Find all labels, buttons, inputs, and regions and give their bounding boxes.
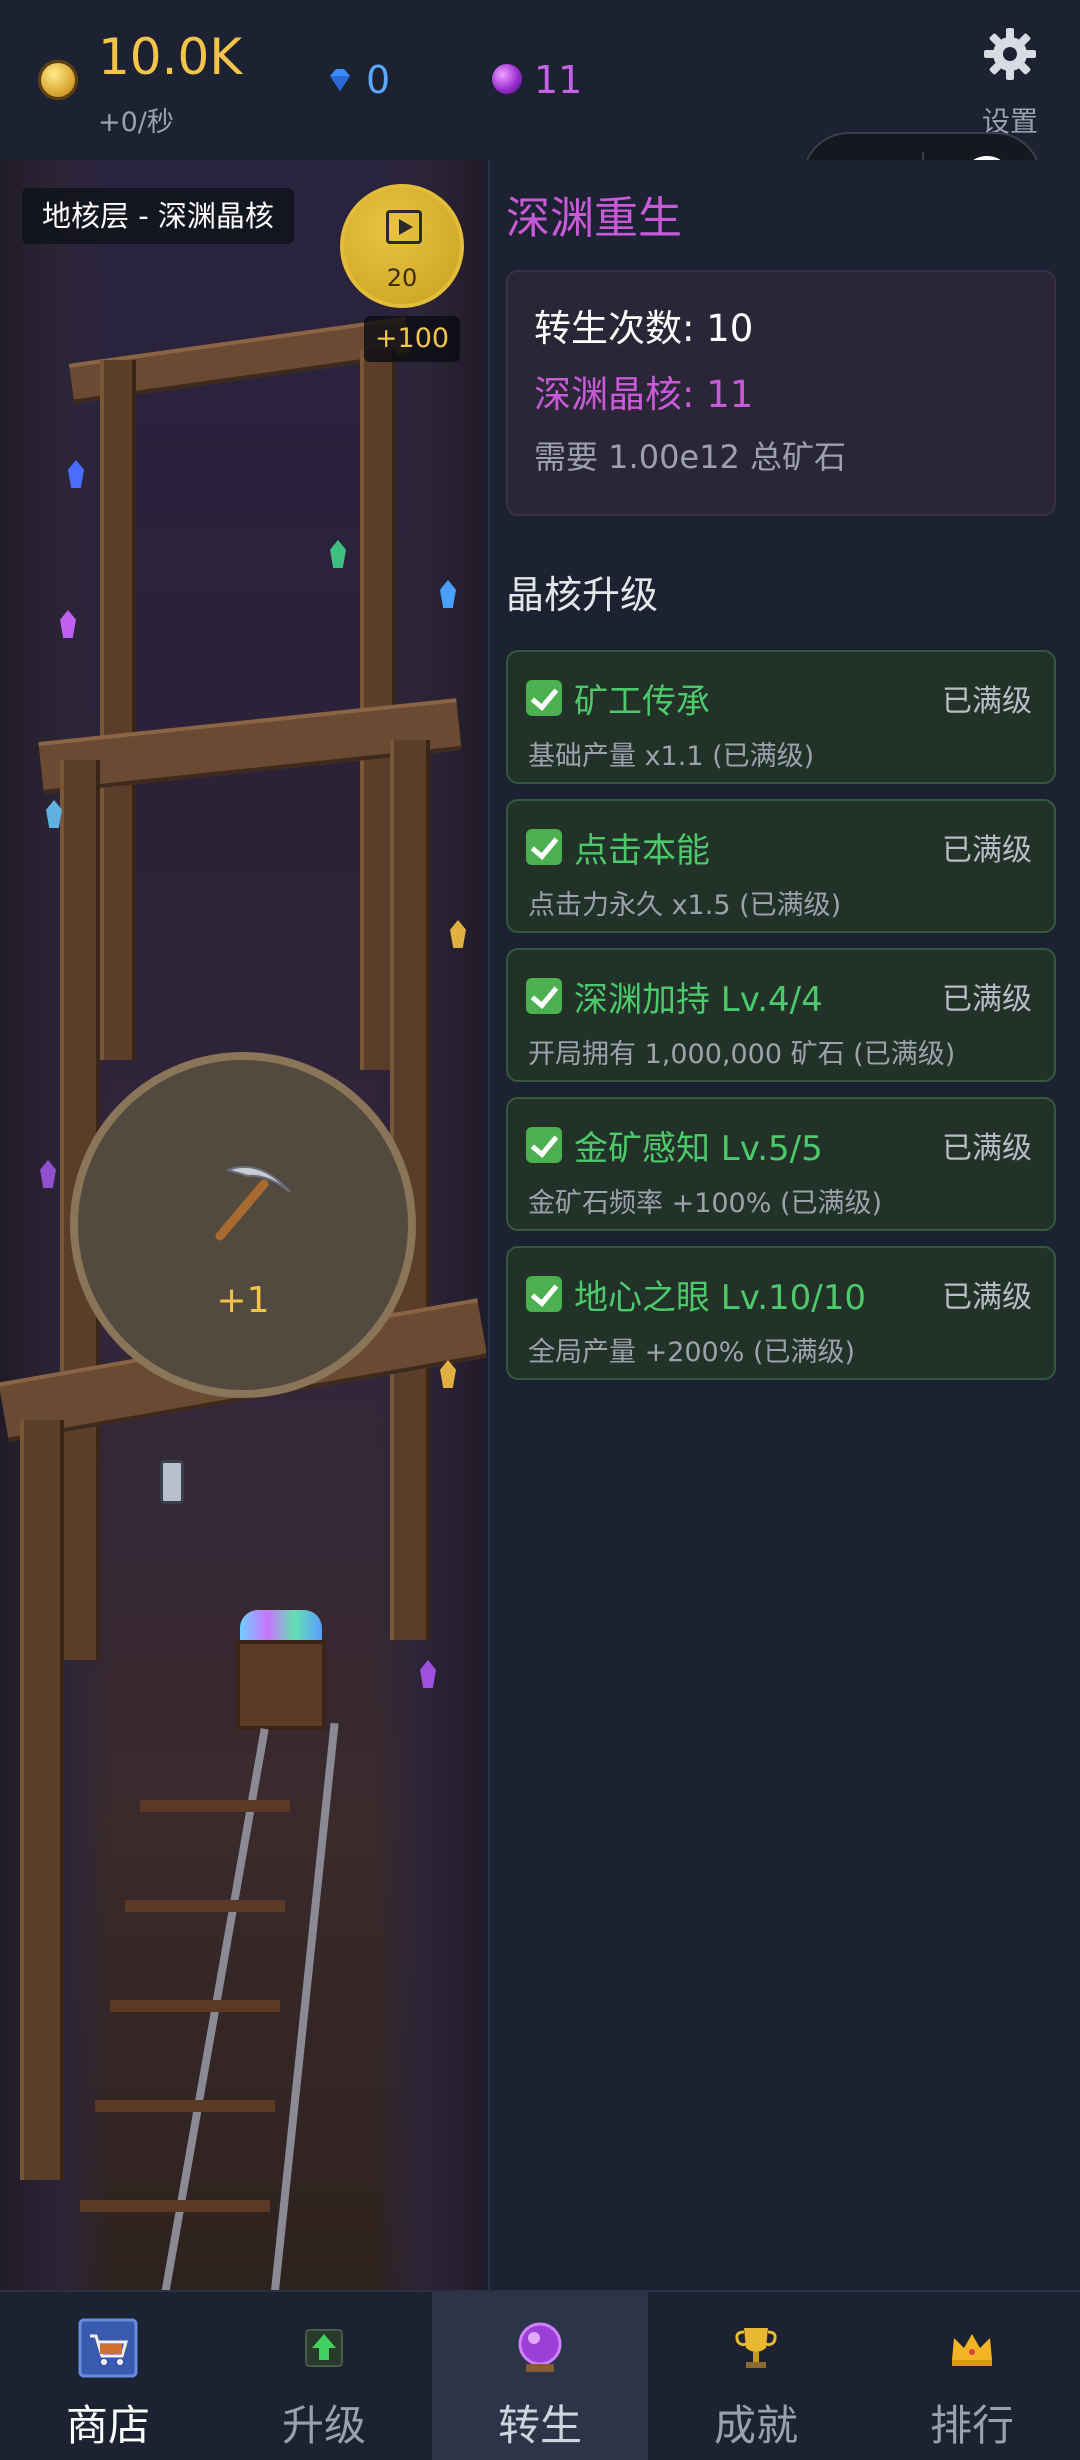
check-icon bbox=[526, 978, 562, 1014]
upgrade-arrow-icon bbox=[305, 2329, 343, 2367]
upgrade-name: 深渊加持 Lv.4/4 bbox=[574, 980, 823, 1020]
trophy-icon bbox=[735, 2328, 777, 2368]
check-icon bbox=[526, 1276, 562, 1312]
upgrade-description: 开局拥有 1,000,000 矿石 (已满级) bbox=[528, 1039, 956, 1070]
crystal-decoration bbox=[330, 540, 346, 568]
gear-icon bbox=[984, 28, 1036, 80]
diamond-count: 0 bbox=[366, 58, 391, 102]
rail-tie bbox=[95, 2100, 275, 2112]
ore-cart bbox=[236, 1640, 326, 1730]
check-icon bbox=[526, 680, 562, 716]
gold-rate: +0/秒 bbox=[98, 107, 174, 138]
video-bonus-label: +100 bbox=[364, 316, 460, 362]
gold-ore-icon bbox=[38, 60, 78, 100]
upgrade-name: 金矿感知 Lv.5/5 bbox=[574, 1129, 823, 1169]
rail-tie bbox=[140, 1800, 290, 1812]
upgrade-name: 矿工传承 bbox=[574, 682, 710, 722]
upgrade-status: 已满级 bbox=[942, 684, 1032, 719]
nav-tab-shop[interactable]: 商店 bbox=[0, 2292, 216, 2460]
bottom-nav: 商店 升级 转生 成就 排行 bbox=[0, 2290, 1080, 2460]
rebirth-title: 深渊重生 bbox=[506, 193, 682, 244]
upgrade-description: 金矿石频率 +100% (已满级) bbox=[528, 1188, 883, 1219]
core-upgrade-card[interactable]: 金矿感知 Lv.5/5 已满级 金矿石频率 +100% (已满级) bbox=[506, 1097, 1056, 1231]
abyss-crystal-icon bbox=[492, 64, 522, 94]
video-play-icon bbox=[386, 210, 422, 244]
mine-tap-button[interactable]: +1 bbox=[70, 1052, 416, 1398]
upgrade-description: 全局产量 +200% (已满级) bbox=[528, 1337, 856, 1368]
nav-label-shop: 商店 bbox=[65, 2401, 150, 2450]
nav-label-rebirth: 转生 bbox=[497, 2401, 582, 2450]
upgrade-name: 地心之眼 Lv.10/10 bbox=[574, 1278, 867, 1318]
rebirth-requirement: 需要 1.00e12 总矿石 bbox=[534, 438, 847, 476]
check-icon bbox=[526, 1127, 562, 1163]
rail-tie bbox=[80, 2200, 270, 2212]
rebirth-count: 转生次数: 10 bbox=[534, 307, 754, 350]
mine-post bbox=[100, 360, 136, 1060]
settings-button[interactable]: 设置 bbox=[970, 22, 1050, 142]
core-upgrade-card[interactable]: 深渊加持 Lv.4/4 已满级 开局拥有 1,000,000 矿石 (已满级) bbox=[506, 948, 1056, 1082]
diamond-icon bbox=[330, 69, 350, 91]
abyss-crystal-count: 11 bbox=[534, 58, 583, 102]
watch-video-button[interactable]: 20 bbox=[340, 184, 464, 308]
rail-tie bbox=[125, 1900, 285, 1912]
lantern bbox=[160, 1460, 184, 1504]
abyss-core-count: 深渊晶核: 11 bbox=[534, 373, 754, 416]
nav-label-ranking: 排行 bbox=[929, 2401, 1014, 2450]
nav-tab-upgrade[interactable]: 升级 bbox=[216, 2292, 432, 2460]
nav-tab-ranking[interactable]: 排行 bbox=[864, 2292, 1080, 2460]
core-upgrade-card[interactable]: 点击本能 已满级 点击力永久 x1.5 (已满级) bbox=[506, 799, 1056, 933]
nav-tab-achievements[interactable]: 成就 bbox=[648, 2292, 864, 2460]
core-upgrade-card[interactable]: 地心之眼 Lv.10/10 已满级 全局产量 +200% (已满级) bbox=[506, 1246, 1056, 1380]
video-remaining-count: 20 bbox=[386, 264, 418, 292]
nav-label-upgrade: 升级 bbox=[281, 2401, 366, 2450]
upgrade-status: 已满级 bbox=[942, 833, 1032, 868]
upgrade-status: 已满级 bbox=[942, 1280, 1032, 1315]
nav-label-achievements: 成就 bbox=[713, 2401, 798, 2450]
crown-icon bbox=[952, 2334, 992, 2366]
shop-cart-icon bbox=[78, 2318, 138, 2378]
upgrade-description: 基础产量 x1.1 (已满级) bbox=[528, 741, 815, 772]
upgrade-status: 已满级 bbox=[942, 1131, 1032, 1166]
mine-post bbox=[20, 1420, 64, 2180]
rail-tie bbox=[110, 2000, 280, 2012]
crystal-ball-icon bbox=[518, 2322, 562, 2372]
nav-tab-rebirth[interactable]: 转生 bbox=[432, 2292, 648, 2460]
upgrade-name: 点击本能 bbox=[574, 831, 710, 871]
mine-level-label: 地核层 - 深渊晶核 bbox=[22, 188, 294, 244]
gold-amount: 10.0K bbox=[98, 28, 243, 86]
rebirth-panel: 深渊重生 转生次数: 10 深渊晶核: 11 需要 1.00e12 总矿石 晶核… bbox=[488, 160, 1080, 2290]
check-icon bbox=[526, 829, 562, 865]
rebirth-summary-card: 转生次数: 10 深渊晶核: 11 需要 1.00e12 总矿石 bbox=[506, 270, 1056, 516]
core-upgrade-card[interactable]: 矿工传承 已满级 基础产量 x1.1 (已满级) bbox=[506, 650, 1056, 784]
upgrade-description: 点击力永久 x1.5 (已满级) bbox=[528, 890, 842, 921]
core-upgrades-title: 晶核升级 bbox=[506, 573, 659, 617]
tap-value: +1 bbox=[216, 1280, 270, 1321]
pickaxe-icon bbox=[215, 1165, 291, 1241]
upgrade-status: 已满级 bbox=[942, 982, 1032, 1017]
